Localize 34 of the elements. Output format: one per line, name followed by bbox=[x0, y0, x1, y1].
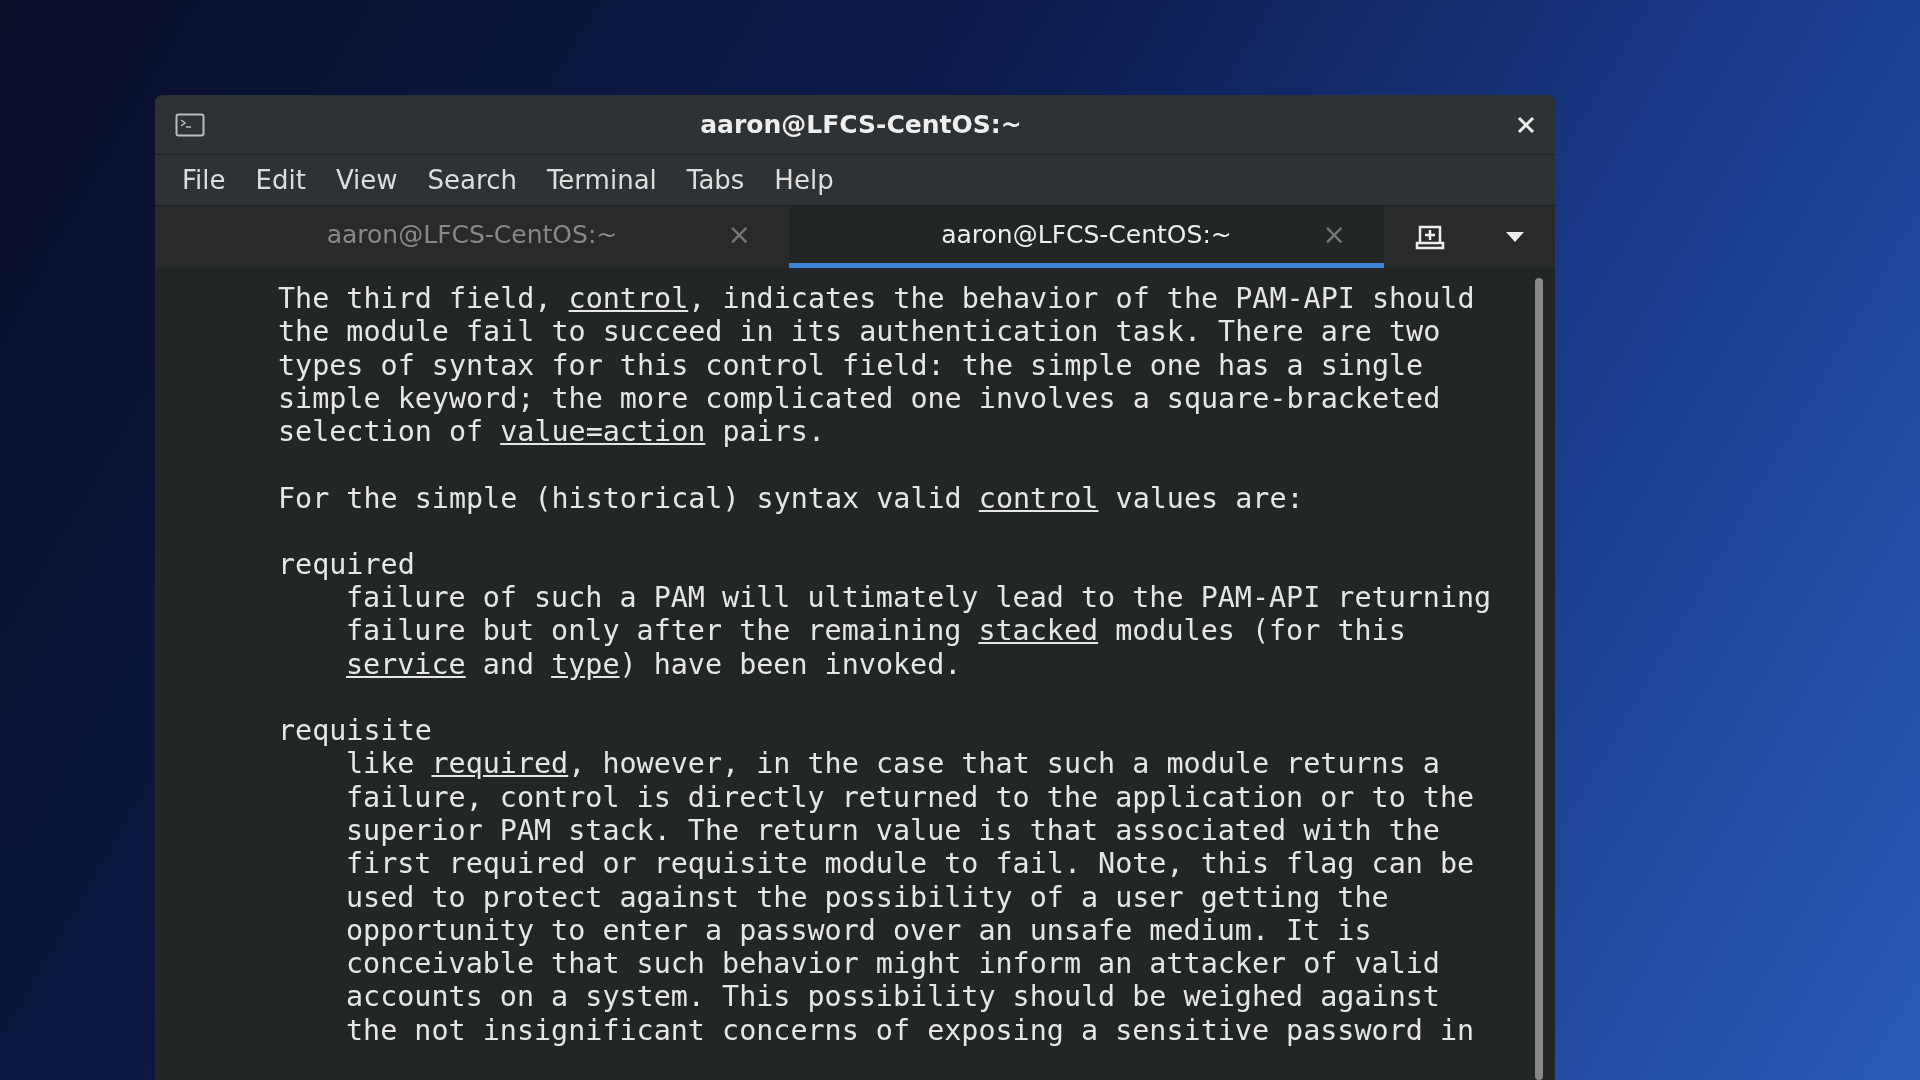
text-line: failure but only after the remaining stacked modules (for this bbox=[345, 614, 1407, 648]
terminal-icon bbox=[175, 112, 205, 137]
text-line: selection of value=action pairs. bbox=[278, 415, 826, 449]
text-line: conceivable that such behavior might inform an attacker of valid bbox=[345, 947, 1441, 981]
menu-item[interactable]: Tabs bbox=[671, 164, 760, 195]
text-line: The third field, control, indicates the behavior of the PAM-API should bbox=[278, 282, 1476, 316]
menu-item[interactable]: View bbox=[320, 164, 413, 195]
scrollbar[interactable] bbox=[1535, 278, 1543, 1080]
text-line: the module fail to succeed in its authentication task. There are two bbox=[278, 315, 1442, 349]
text-line: types of syntax for this control field: the simple one has a single bbox=[278, 348, 1425, 382]
terminal-tab[interactable]: aaron@LFCS-CentOS:~ × bbox=[789, 205, 1384, 269]
window-title: aaron@LFCS-CentOS:~ bbox=[699, 110, 1023, 140]
menu-item[interactable]: Terminal bbox=[531, 164, 672, 195]
text-line: the not insignificant concerns of exposing a sensitive password in bbox=[345, 1013, 1476, 1047]
menu-item[interactable]: Help bbox=[759, 164, 849, 195]
text-line: failure of such a PAM will ultimately lead to the PAM-API returning bbox=[345, 581, 1493, 615]
text-line: opportunity to enter a password over an unsafe medium. It is bbox=[345, 913, 1373, 948]
text-line: like required, however, in the case that such a module returns a bbox=[345, 747, 1441, 781]
text-line: superior PAM stack. The return value is that associated with the bbox=[345, 813, 1441, 848]
text-line: used to protect against the possibility of a user getting the bbox=[345, 880, 1390, 914]
text-line: For the simple (historical) syntax valid control values are: bbox=[278, 481, 1305, 515]
text-line: failure, control is directly returned to the application or to the bbox=[345, 780, 1476, 814]
menu-item[interactable]: Edit bbox=[240, 164, 321, 195]
text-line: simple keyword; the more complicated one involves a square-bracketed bbox=[278, 381, 1442, 416]
option-term: requisite bbox=[278, 714, 433, 748]
close-icon[interactable] bbox=[1517, 115, 1535, 134]
text-line: service and type) have been invoked. bbox=[345, 647, 963, 682]
text-line: accounts on a system. This possibility should be weighed against bbox=[345, 980, 1441, 1014]
menu-item[interactable]: Search bbox=[412, 164, 532, 195]
option-term: required bbox=[278, 547, 416, 582]
dropdown-caret-icon[interactable] bbox=[1506, 231, 1525, 242]
menu-item[interactable]: File bbox=[167, 164, 241, 195]
text-line: first required or requisite module to fail. Note, this flag can be bbox=[345, 847, 1476, 881]
terminal-tab[interactable]: aaron@LFCS-CentOS:~ × bbox=[155, 205, 789, 269]
